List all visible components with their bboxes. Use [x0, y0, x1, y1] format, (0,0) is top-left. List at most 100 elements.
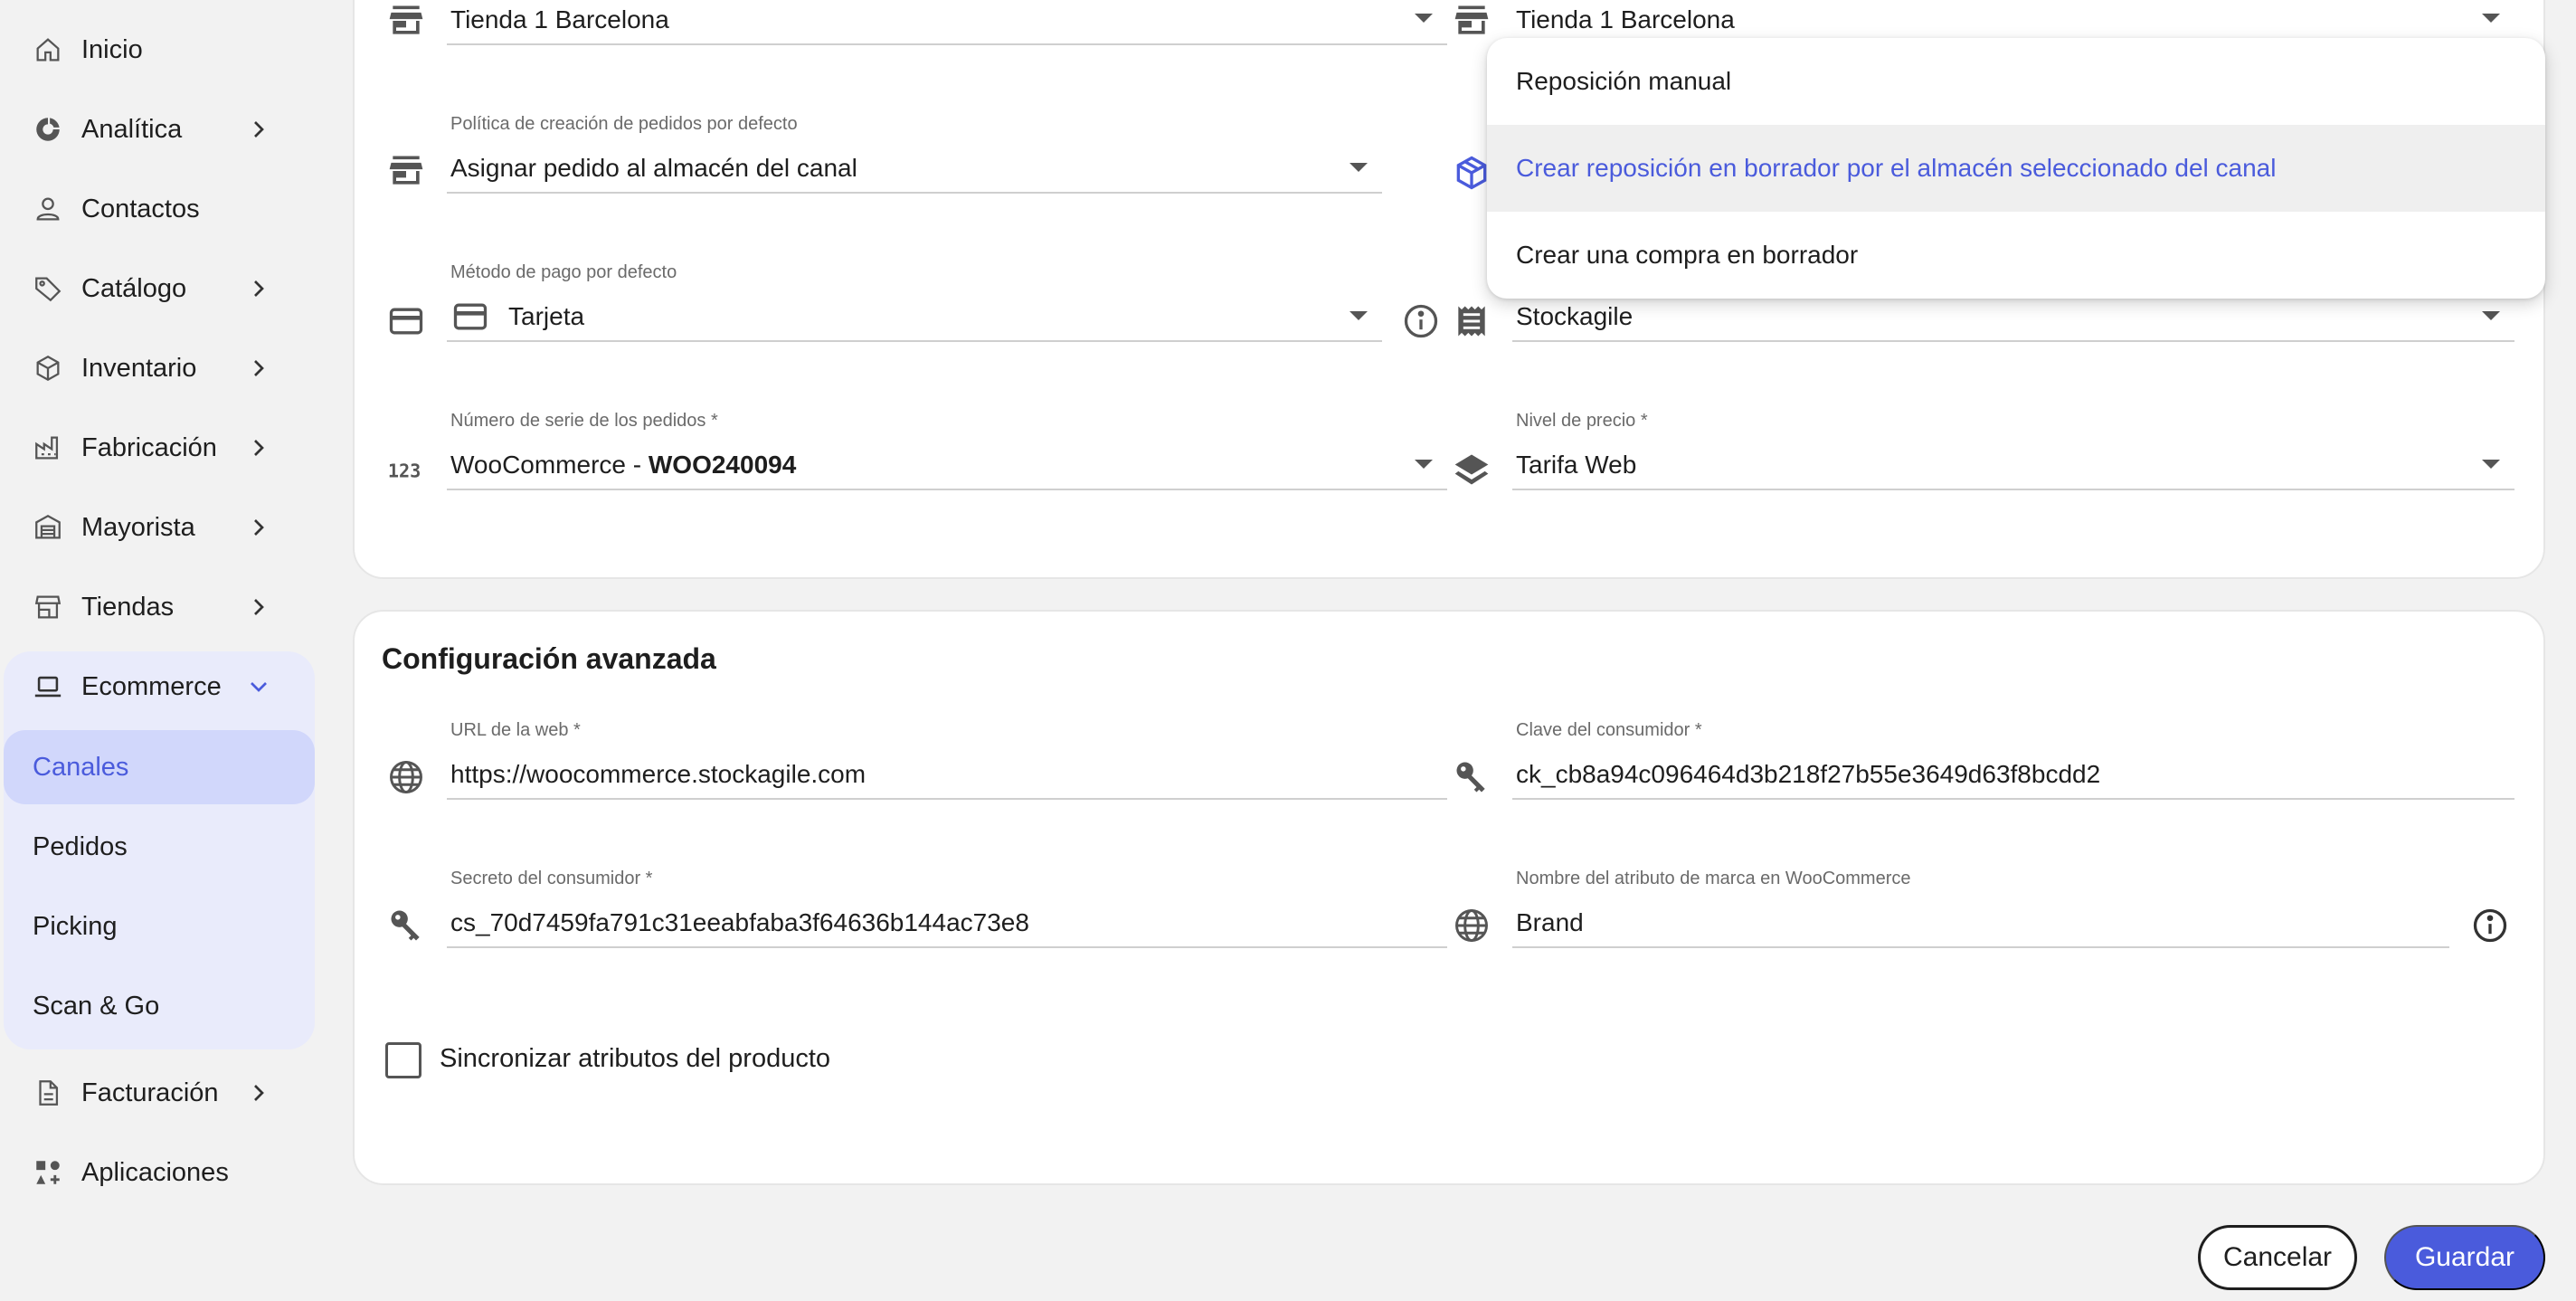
sidebar-subitem-scan-go[interactable]: Scan & Go: [4, 969, 315, 1043]
box-icon: [33, 353, 63, 384]
sidebar-item-analitica[interactable]: Analítica: [0, 90, 308, 169]
info-icon[interactable]: [1400, 300, 1442, 342]
sidebar-item-ecommerce[interactable]: Ecommerce: [0, 647, 308, 726]
sidebar-item-label: Catálogo: [81, 273, 187, 303]
sidebar-item-contactos[interactable]: Contactos: [0, 169, 308, 249]
web-url-label: URL de la web *: [450, 720, 581, 740]
caret-down-icon: [1350, 311, 1368, 320]
caret-down-icon: [1415, 460, 1433, 469]
order-series-label: Número de serie de los pedidos *: [450, 411, 718, 431]
brand-attribute-input[interactable]: Nombre del atributo de marca en WooComme…: [1512, 869, 2449, 950]
sidebar-item-tiendas[interactable]: Tiendas: [0, 567, 308, 647]
store-icon: [1451, 0, 1492, 42]
sidebar-item-label: Mayorista: [81, 512, 195, 542]
sidebar-item-fabricacion[interactable]: Fabricación: [0, 408, 308, 488]
sidebar-subitem-label: Canales: [33, 752, 129, 782]
consumer-secret-input[interactable]: Secreto del consumidor * cs_70d7459fa791…: [447, 869, 1447, 950]
info-icon[interactable]: [2469, 905, 2511, 946]
dropdown-option-label: Reposición manual: [1516, 67, 1732, 95]
caret-down-icon: [2482, 460, 2500, 469]
sync-attributes-checkbox[interactable]: [385, 1042, 421, 1078]
sidebar-item-label: Analítica: [81, 114, 183, 144]
store-select-left-value: Tienda 1 Barcelona: [450, 5, 669, 33]
cancel-button[interactable]: Cancelar: [2198, 1225, 2357, 1290]
sidebar-item-aplicaciones[interactable]: Aplicaciones: [0, 1133, 308, 1212]
field-underline: [447, 340, 1382, 342]
order-series-select[interactable]: Número de serie de los pedidos * WooComm…: [447, 411, 1447, 492]
apps-icon: [33, 1157, 63, 1188]
sidebar-item-label: Tiendas: [81, 592, 175, 622]
field-underline: [1512, 798, 2514, 800]
sync-attributes-label: Sincronizar atributos del producto: [440, 1044, 831, 1073]
payment-method-select[interactable]: Método de pago por defecto Tarjeta: [447, 262, 1382, 344]
field-underline: [447, 798, 1447, 800]
caret-down-icon: [2482, 311, 2500, 320]
sidebar-item-label: Inicio: [81, 34, 143, 64]
chevron-right-icon: [254, 121, 264, 138]
caret-down-icon: [1350, 163, 1368, 172]
brand-attribute-value: Brand: [1516, 908, 1584, 936]
sidebar-item-label: Fabricación: [81, 432, 217, 462]
credit-card-icon: [385, 300, 427, 342]
consumer-key-label: Clave del consumidor *: [1516, 720, 1702, 740]
sidebar-item-label: Facturación: [81, 1078, 219, 1107]
factory-icon: [33, 432, 63, 463]
caret-down-icon: [2482, 14, 2500, 23]
document-icon: [33, 1078, 63, 1108]
laptop-icon: [33, 671, 63, 702]
price-level-select[interactable]: Nivel de precio * Tarifa Web: [1512, 411, 2514, 492]
sidebar-subitem-picking[interactable]: Picking: [4, 889, 315, 964]
person-icon: [33, 194, 63, 224]
chevron-right-icon: [254, 360, 264, 376]
order-policy-value: Asignar pedido al almacén del canal: [450, 154, 857, 182]
key-icon: [385, 905, 427, 946]
field-underline: [1512, 946, 2449, 948]
sidebar-subitem-pedidos[interactable]: Pedidos: [4, 810, 315, 884]
sidebar: Inicio Analítica Contactos Catálogo Inve…: [0, 0, 326, 1301]
sidebar-item-inventario[interactable]: Inventario: [0, 328, 308, 408]
consumer-key-value: ck_cb8a94c096464d3b218f27b55e3649d63f8bc…: [1516, 760, 2101, 788]
sidebar-item-catalogo[interactable]: Catálogo: [0, 249, 308, 328]
sidebar-item-mayorista[interactable]: Mayorista: [0, 488, 308, 567]
consumer-key-input[interactable]: Clave del consumidor * ck_cb8a94c096464d…: [1512, 720, 2514, 802]
tag-icon: [33, 273, 63, 304]
price-level-value: Tarifa Web: [1516, 451, 1637, 479]
dropdown-option-label: Crear reposición en borrador por el alma…: [1516, 154, 2277, 182]
chevron-right-icon: [254, 440, 264, 456]
dropdown-option-draft-replenishment[interactable]: Crear reposición en borrador por el alma…: [1487, 125, 2545, 212]
payment-method-value: Tarjeta: [508, 302, 585, 330]
web-url-value: https://woocommerce.stockagile.com: [450, 760, 867, 788]
dropdown-option-draft-purchase[interactable]: Crear una compra en borrador: [1487, 212, 2545, 299]
order-policy-select[interactable]: Política de creación de pedidos por defe…: [447, 114, 1382, 195]
order-policy-label: Política de creación de pedidos por defe…: [450, 114, 798, 134]
dropdown-option-manual[interactable]: Reposición manual: [1487, 38, 2545, 125]
consumer-secret-value: cs_70d7459fa791c31eeabfaba3f64636b144ac7…: [450, 908, 1029, 936]
payment-method-label: Método de pago por defecto: [450, 262, 677, 282]
home-icon: [33, 34, 63, 65]
field-underline: [447, 43, 1447, 45]
svg-text:123: 123: [388, 460, 421, 481]
chevron-right-icon: [254, 1085, 264, 1101]
analytics-icon: [33, 114, 63, 145]
store-icon: [385, 0, 427, 42]
store-select-left[interactable]: Tienda 1 Barcelona: [447, 0, 1447, 47]
sidebar-item-facturacion[interactable]: Facturación: [0, 1053, 308, 1133]
save-button[interactable]: Guardar: [2384, 1225, 2545, 1290]
web-url-input[interactable]: URL de la web * https://woocommerce.stoc…: [447, 720, 1447, 802]
consumer-secret-label: Secreto del consumidor *: [450, 869, 653, 888]
sidebar-subitem-label: Scan & Go: [33, 991, 160, 1021]
receipt-icon: [1451, 300, 1492, 342]
sidebar-item-inicio[interactable]: Inicio: [0, 10, 308, 90]
field-underline: [447, 489, 1447, 490]
globe-icon: [385, 756, 427, 798]
chevron-down-icon: [251, 682, 267, 692]
credit-card-icon: [450, 297, 490, 337]
sidebar-subitem-label: Pedidos: [33, 831, 128, 861]
advanced-settings-title: Configuración avanzada: [382, 642, 716, 675]
store-icon: [33, 592, 63, 622]
sidebar-subitem-label: Picking: [33, 911, 118, 941]
field-underline: [447, 192, 1382, 194]
field-underline: [447, 946, 1447, 948]
store-select-right-value: Tienda 1 Barcelona: [1516, 5, 1735, 33]
sidebar-subitem-canales[interactable]: Canales: [4, 730, 315, 804]
